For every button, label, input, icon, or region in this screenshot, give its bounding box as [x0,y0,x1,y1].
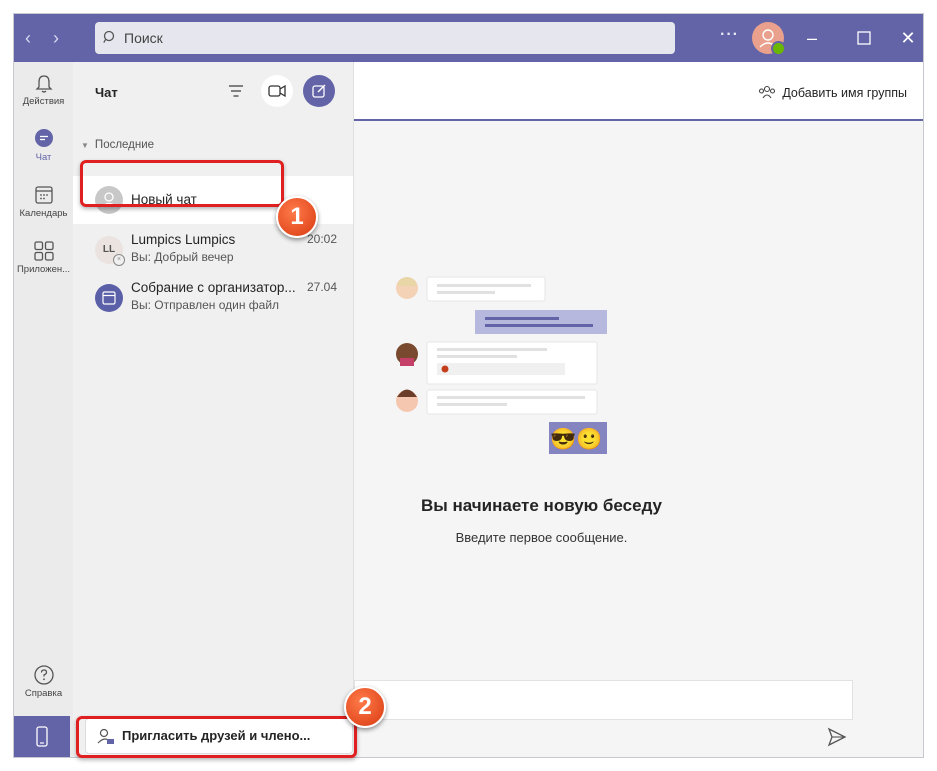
minimize-icon[interactable]: – [800,26,824,50]
chat-item-preview: Вы: Добрый вечер [131,250,234,264]
title-bar: ‹ › Поиск ··· – ✕ [14,14,923,62]
close-icon[interactable]: ✕ [896,26,920,50]
empty-state-subheading: Введите первое сообщение. [455,530,628,545]
step-badge-2: 2 [344,686,386,728]
apps-icon [33,241,54,261]
status-offline-icon: × [113,254,125,266]
meeting-calendar-icon [102,291,116,305]
maximize-icon[interactable] [852,26,876,50]
calendar-icon [34,186,53,204]
forward-arrow-icon[interactable]: › [46,26,66,50]
conversation-header: Добавить имя группы [354,62,923,121]
chat-item-name: Собрание с организатор... [131,280,296,295]
highlight-new-chat [80,160,284,207]
more-options-icon[interactable]: ··· [720,26,739,44]
highlight-invite [76,716,357,758]
section-recent-label: Последние [94,139,155,151]
search-placeholder: Поиск [124,30,163,46]
chat-item-time: 27.04 [306,280,337,294]
phone-icon [36,726,48,747]
rail-label-activity: Действия [22,96,65,107]
empty-state-heading: Вы начинаете новую беседу [420,496,663,515]
filter-icon [229,85,243,97]
rail-label-chat: Чат [35,152,52,163]
add-group-name-button[interactable]: Добавить имя группы [758,83,907,101]
profile-avatar[interactable] [752,22,786,56]
collapse-arrow-icon: ▼ [81,141,89,150]
chat-item-name: Lumpics Lumpics [131,232,236,247]
chat-item-meeting[interactable]: Собрание с организатор... Вы: Отправлен … [73,272,353,320]
chat-item-preview: Вы: Отправлен один файл [131,298,280,312]
rail-item-activity[interactable]: Действия [14,72,73,120]
search-input[interactable]: Поиск [95,22,675,54]
rail-label-calendar: Календарь [19,208,68,219]
teams-window: ‹ › Поиск ··· – ✕ Действия Чат Календарь [14,14,923,757]
video-camera-icon [268,84,286,98]
back-arrow-icon[interactable]: ‹ [18,26,38,50]
meet-now-button[interactable] [261,75,293,107]
rail-item-apps[interactable]: Приложен... [14,240,73,288]
bell-icon [34,75,53,93]
search-icon [103,30,115,43]
chat-item-time: 20:02 [306,232,337,246]
add-group-name-label: Добавить имя группы [782,86,907,100]
help-icon [33,665,54,685]
step-badge-1: 1 [276,196,318,238]
mobile-app-button[interactable] [14,716,70,757]
filter-button[interactable] [220,75,252,107]
conversation-pane: Добавить имя группы 😎🙂 Вы начинаете нову… [354,62,923,757]
chat-icon [34,129,53,147]
send-button[interactable] [826,726,848,753]
status-available-badge [771,41,786,56]
message-compose-box[interactable] [354,680,853,720]
rail-label-help: Справка [24,688,63,699]
section-recent[interactable]: ▼ Последние [81,139,154,151]
compose-icon [312,84,326,98]
group-icon [759,85,776,99]
rail-item-chat[interactable]: Чат [14,128,73,176]
avatar [95,284,123,312]
send-icon [827,727,847,747]
rail-item-calendar[interactable]: Календарь [14,184,73,232]
app-rail: Действия Чат Календарь Приложен... Справ… [14,62,73,757]
rail-label-apps: Приложен... [16,264,71,275]
new-chat-button[interactable] [303,75,335,107]
emoji-reaction: 😎🙂 [550,428,603,451]
rail-item-help[interactable]: Справка [14,664,73,712]
chat-list-title: Чат [95,85,118,100]
